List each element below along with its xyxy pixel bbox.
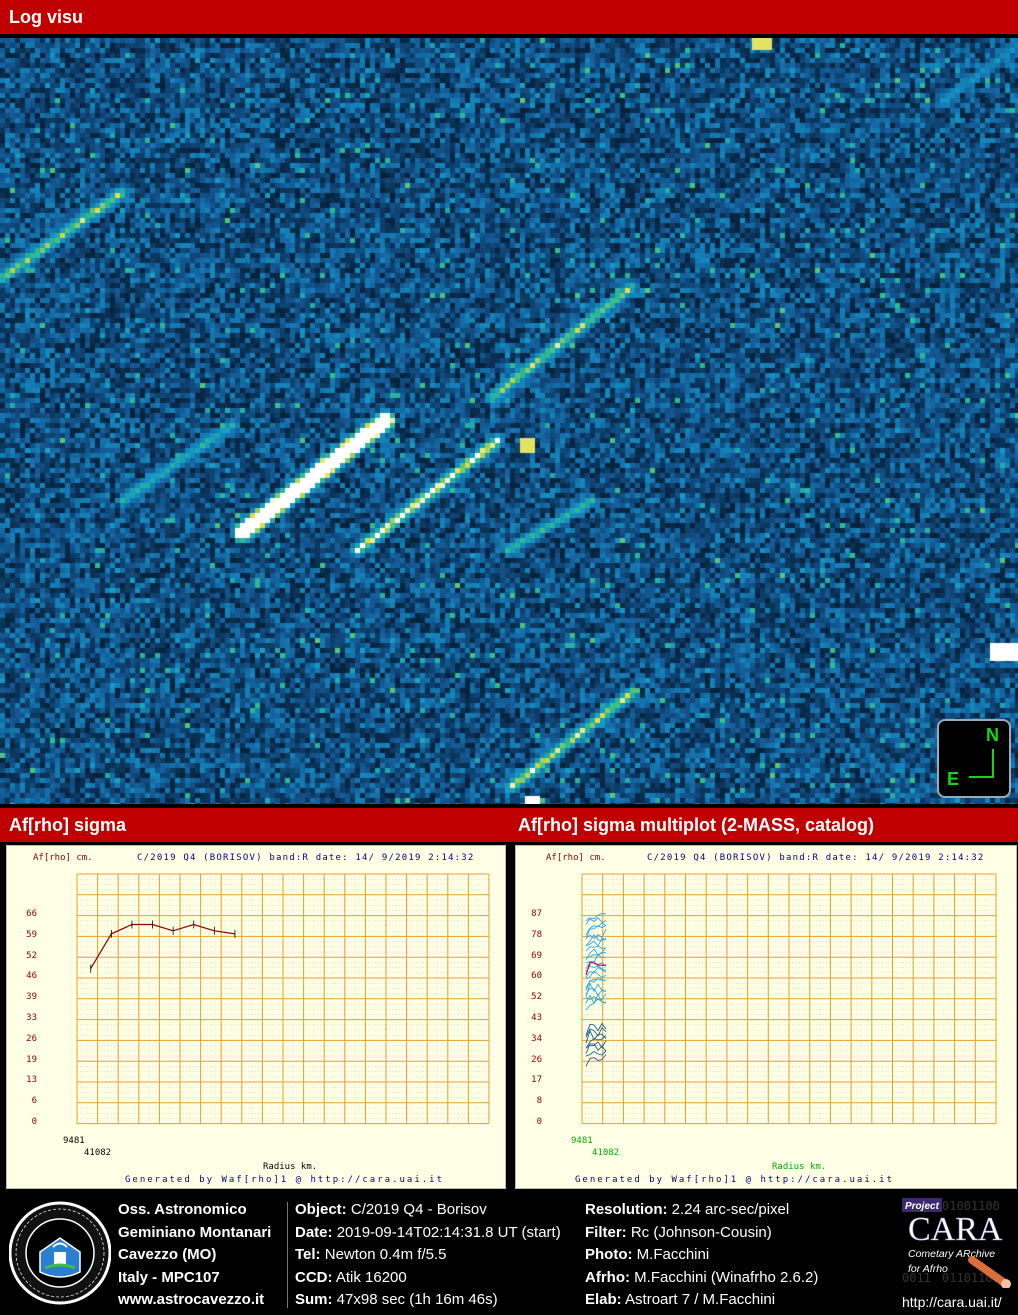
y-tick-label: 33: [26, 1013, 37, 1023]
observatory-seal-logo: [9, 1201, 111, 1305]
y-tick-label: 43: [531, 1013, 542, 1023]
y-tick-label: 17: [531, 1075, 542, 1086]
log-visu-title: Log visu: [9, 7, 84, 27]
observatory-line: Oss. Astronomico: [118, 1201, 247, 1218]
observation-details: Object: C/2019 Q4 - Borisov Date: 2019-0…: [295, 1199, 561, 1312]
svg-text:CARA: CARA: [908, 1211, 1003, 1248]
generated-credit: Generated by Waf[rho]1 @ http://cara.uai…: [125, 1175, 444, 1185]
y-tick-label: 26: [26, 1033, 37, 1044]
object-row: Object: C/2019 Q4 - Borisov: [295, 1201, 487, 1218]
y-tick-label: 19: [26, 1054, 37, 1065]
y-tick-label: 34: [531, 1033, 542, 1044]
x-axis-label: Radius km.: [263, 1162, 318, 1172]
y-axis-unit: Af[rho] cm.: [33, 853, 93, 863]
afrho-multiplot-title: Af[rho] sigma multiplot (2-MASS, catalog…: [518, 815, 875, 835]
observatory-name: Oss. Astronomico Geminiano Montanari Cav…: [118, 1199, 271, 1312]
y-axis-unit: Af[rho] cm.: [546, 853, 606, 863]
date-row: Date: 2019-09-14T02:14:31.8 UT (start): [295, 1223, 561, 1241]
log-visu-header: Log visu: [0, 0, 1018, 34]
generated-credit: Generated by Waf[rho]1 @ http://cara.uai…: [575, 1175, 894, 1185]
x-tick-label: 9481: [571, 1136, 593, 1146]
sum-row: Sum: 47x98 sec (1h 16m 46s): [295, 1291, 498, 1308]
y-tick-label: 59: [26, 929, 37, 940]
elab-row: Elab: Astroart 7 / M.Facchini: [585, 1291, 776, 1308]
afrho-row: Afrho: M.Facchini (Winafrho 2.6.2): [585, 1268, 819, 1286]
y-tick-label: 87: [531, 909, 542, 919]
divider: [287, 1202, 288, 1308]
svg-text:Cometary ARchive: Cometary ARchive: [908, 1248, 995, 1260]
processing-details: Resolution: 2.24 arc-sec/pixel Filter: R…: [585, 1199, 818, 1312]
observatory-website: www.astrocavezzo.it: [118, 1291, 265, 1308]
x-axis-label: Radius km.: [772, 1162, 827, 1172]
compass-indicator: N E: [937, 719, 1011, 798]
y-tick-label: 0: [31, 1117, 37, 1127]
compass-east: E: [947, 769, 960, 789]
plots-header: Af[rho] sigma Af[rho] sigma multiplot (2…: [0, 808, 1018, 842]
ccd-row: CCD: Atik 16200: [295, 1268, 407, 1286]
y-tick-label: 60: [531, 971, 542, 982]
y-tick-label: 8: [536, 1096, 542, 1107]
x-tick-label: 41082: [592, 1148, 620, 1158]
resolution-row: Resolution: 2.24 arc-sec/pixel: [585, 1201, 790, 1218]
plot-grid: [581, 873, 997, 1125]
svg-text:for Afrho: for Afrho: [908, 1263, 948, 1275]
y-tick-label: 26: [531, 1054, 542, 1065]
afrho-multiplot: Af[rho] cm. C/2019 Q4 (BORISOV) band:R d…: [515, 845, 1017, 1189]
footer-info: Oss. Astronomico Geminiano Montanari Cav…: [0, 1192, 1018, 1315]
afrho-sigma-title: Af[rho] sigma: [9, 815, 126, 835]
observatory-line: Cavezzo (MO): [118, 1246, 217, 1263]
y-tick-label: 6: [31, 1096, 37, 1107]
afrho-sigma-plot: Af[rho] cm. C/2019 Q4 (BORISOV) band:R d…: [6, 845, 506, 1189]
filter-row: Filter: Rc (Johnson-Cousin): [585, 1223, 772, 1241]
compass-north-line: [992, 749, 994, 777]
observatory-line: Geminiano Montanari: [118, 1223, 272, 1241]
x-tick-label: 41082: [84, 1148, 112, 1158]
cara-url: http://cara.uai.it/: [902, 1294, 1002, 1310]
y-tick-label: 39: [26, 992, 37, 1003]
plot-title: C/2019 Q4 (BORISOV) band:R date: 14/ 9/2…: [647, 853, 985, 863]
y-tick-label: 0: [536, 1117, 542, 1127]
y-tick-label: 46: [26, 971, 37, 982]
telescope-row: Tel: Newton 0.4m f/5.5: [295, 1246, 447, 1263]
y-tick-label: 66: [26, 909, 37, 919]
y-tick-label: 52: [531, 992, 542, 1003]
y-tick-label: 13: [26, 1075, 37, 1086]
photo-row: Photo: M.Facchini: [585, 1246, 710, 1263]
y-tick-label: 78: [531, 929, 542, 940]
x-tick-label: 9481: [63, 1136, 85, 1146]
observatory-line: Italy - MPC107: [118, 1268, 220, 1286]
y-tick-label: 69: [531, 950, 542, 961]
compass-north: N: [986, 725, 999, 745]
comet-image: [0, 38, 1018, 804]
compass-east-line: [969, 776, 994, 778]
plot-grid: [76, 873, 490, 1125]
plot-title: C/2019 Q4 (BORISOV) band:R date: 14/ 9/2…: [137, 853, 475, 863]
cara-project-logo: 01001100 01101101 0011 Project CARA Come…: [902, 1196, 1016, 1288]
y-tick-label: 52: [26, 950, 37, 961]
